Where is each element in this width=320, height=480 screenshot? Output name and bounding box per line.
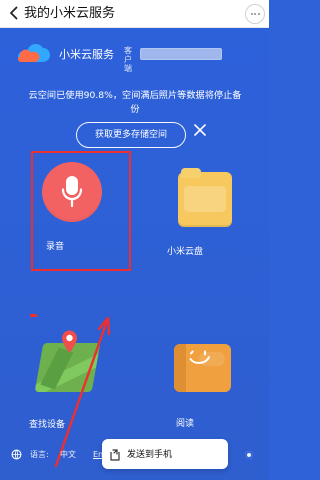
- cloud-drive-label: 小米云盘: [167, 247, 204, 257]
- find-device-tile[interactable]: 查找设备: [29, 329, 129, 449]
- smile-face-icon: [189, 350, 210, 364]
- smile-face-icon: [184, 346, 216, 370]
- more-options-button[interactable]: [245, 4, 265, 24]
- storage-notice: 云空间已使用90.8%，空间满后照片等数据将停止备份: [28, 90, 242, 115]
- chevron-left-icon: [10, 6, 18, 20]
- get-more-storage-button[interactable]: 获取更多存储空间: [76, 122, 186, 148]
- recorder-label: 录音: [45, 242, 64, 252]
- map-pin-icon: [60, 329, 79, 354]
- floating-action-dot[interactable]: [245, 451, 253, 459]
- page-title: 我的小米云服务: [24, 6, 116, 21]
- cloud-drive-tile[interactable]: 小米云盘: [159, 159, 259, 269]
- folder-icon: [178, 168, 232, 227]
- reading-tile[interactable]: 阅读: [159, 329, 259, 449]
- map-pin-icon: [62, 330, 77, 353]
- dot-icon: [254, 13, 256, 15]
- send-to-phone-button[interactable]: 发送到手机: [102, 439, 228, 469]
- close-icon: [194, 124, 206, 136]
- language-current[interactable]: 中文: [60, 448, 76, 462]
- brand-subtitle: 客户端: [124, 46, 132, 73]
- back-button[interactable]: [6, 5, 20, 21]
- brand-header: 小米云服务 客户端: [14, 42, 244, 73]
- dot-icon: [250, 13, 253, 15]
- redacted-account: [140, 48, 222, 60]
- find-device-label: 查找设备: [29, 420, 66, 430]
- top-bar: 我的小米云服务: [0, 0, 269, 28]
- brand-name: 小米云服务: [59, 48, 114, 61]
- microphone-icon: [61, 176, 83, 208]
- reading-label: 阅读: [176, 419, 195, 429]
- globe-icon: [11, 449, 22, 460]
- mi-cloud-screen: 我的小米云服务 小米云服务 客户端 云空间已使用90.8%，空间满后照片等数据将…: [0, 0, 269, 480]
- send-to-phone-label: 发送到手机: [127, 450, 173, 460]
- language-label: 语言:: [30, 450, 49, 459]
- send-icon: [109, 447, 121, 461]
- recorder-tile[interactable]: 录音: [31, 151, 131, 271]
- microphone-icon: [42, 162, 102, 222]
- red-mark: [30, 314, 37, 317]
- cloud-logo-icon: [18, 44, 50, 62]
- dot-icon: [257, 13, 260, 15]
- close-notice-button[interactable]: [193, 122, 207, 136]
